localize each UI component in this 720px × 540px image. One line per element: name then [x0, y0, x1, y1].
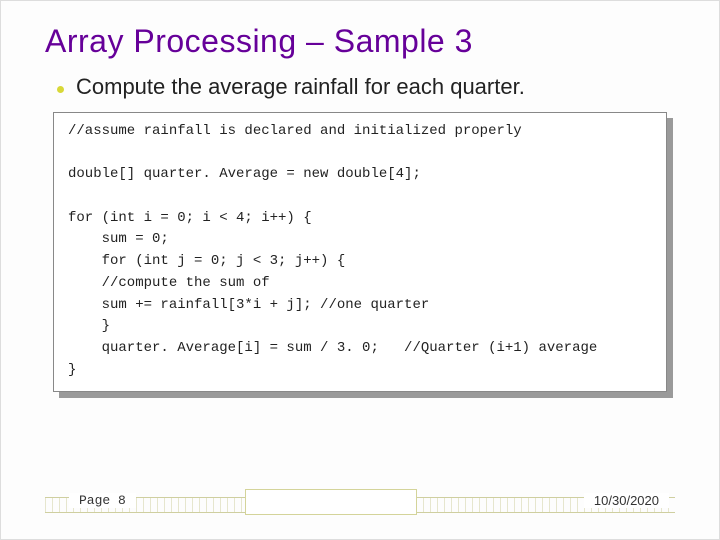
footer-placeholder — [245, 489, 417, 515]
bullet-icon — [57, 86, 64, 93]
code-block: //assume rainfall is declared and initia… — [53, 112, 667, 392]
code-block-container: //assume rainfall is declared and initia… — [53, 112, 667, 392]
slide-title: Array Processing – Sample 3 — [45, 23, 675, 60]
page-number: Page 8 — [69, 493, 136, 508]
bullet-item: Compute the average rainfall for each qu… — [57, 74, 675, 100]
slide: Array Processing – Sample 3 Compute the … — [0, 0, 720, 540]
slide-footer: Page 8 10/30/2020 — [45, 489, 675, 517]
slide-date: 10/30/2020 — [584, 493, 669, 508]
bullet-text: Compute the average rainfall for each qu… — [76, 74, 525, 100]
